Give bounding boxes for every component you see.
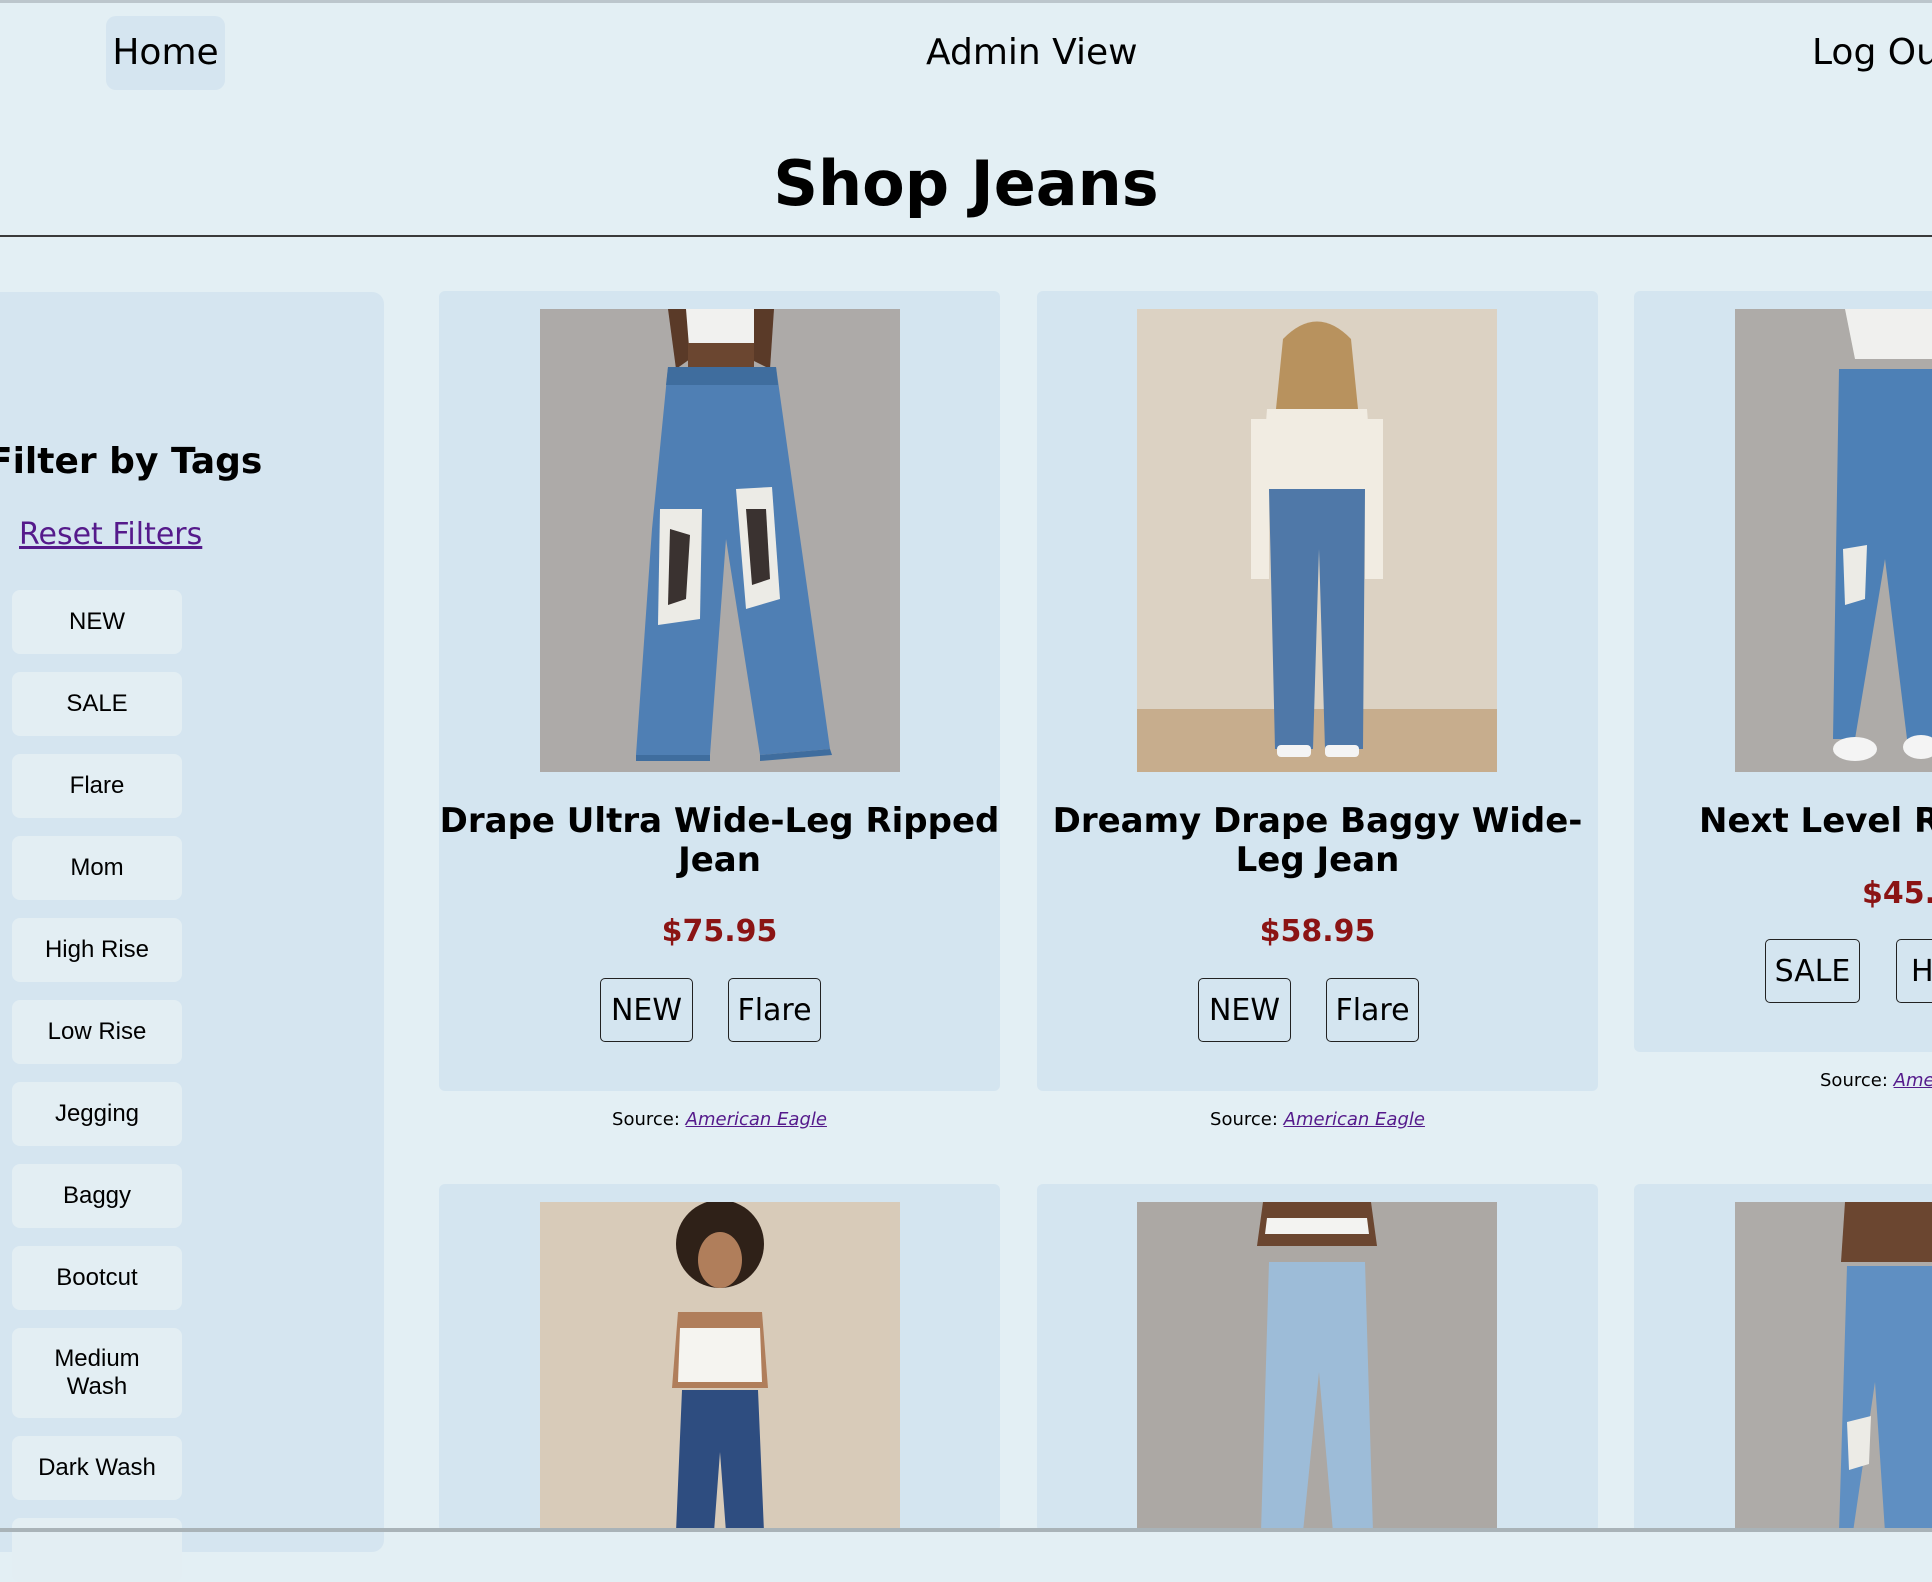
tag-filter-sale[interactable]: SALE [12,672,182,736]
product-image[interactable] [1137,1202,1497,1532]
nav-logout-link[interactable]: Log Out [1812,28,1932,78]
source-label: Source: [1210,1109,1278,1130]
product-name[interactable]: Drape Ultra Wide-Leg Ripped Jean [439,802,1000,880]
product-price: $75.95 [661,914,778,949]
tag-filter-mom[interactable]: Mom [12,836,182,900]
product-source: Source: American Eagle [439,1107,1000,1133]
tag-filter-flare[interactable]: Flare [12,754,182,818]
source-label: Source: [612,1109,680,1130]
product-name[interactable]: Dreamy Drape Baggy Wide-Leg Jean [1037,802,1598,880]
product-tag-chip[interactable]: Flare [728,978,821,1042]
title-divider [0,235,1932,237]
nav-home-button[interactable]: Home [106,16,225,90]
product-tag-chip[interactable]: NEW [600,978,693,1042]
product-tag-chip[interactable]: SALE [1765,939,1860,1003]
source-link[interactable]: American Eagle [686,1109,827,1130]
product-image[interactable] [540,309,900,772]
product-source: Source: Amer [1820,1068,1932,1094]
tag-filter-jegging[interactable]: Jegging [12,1082,182,1146]
filter-heading: Filter by Tags [0,441,263,482]
tag-filter-high-rise[interactable]: High Rise [12,918,182,982]
window-bottom-border [0,1528,1932,1532]
source-link[interactable]: American Eagle [1284,1109,1425,1130]
product-image[interactable] [1137,309,1497,772]
nav-admin-view-link[interactable]: Admin View [926,28,1138,78]
product-source: Source: American Eagle [1037,1107,1598,1133]
tag-filter-dark-wash[interactable]: Dark Wash [12,1436,182,1500]
product-tag-chip[interactable]: Flare [1326,978,1419,1042]
tag-filter-medium-wash[interactable]: Medium Wash [12,1328,182,1418]
tag-filter-new[interactable]: NEW [12,590,182,654]
product-tag-chip[interactable]: H [1896,939,1932,1003]
source-link[interactable]: Amer [1894,1070,1932,1091]
product-image[interactable] [540,1202,900,1532]
product-image[interactable] [1735,309,1932,772]
tag-filter-baggy[interactable]: Baggy [12,1164,182,1228]
product-price: $45.9 [1862,876,1932,911]
window-top-border [0,0,1932,3]
tag-filter-bootcut[interactable]: Bootcut [12,1246,182,1310]
product-tag-chip[interactable]: NEW [1198,978,1291,1042]
product-image[interactable] [1735,1202,1932,1532]
page-title: Shop Jeans [773,147,1159,220]
product-price: $58.95 [1259,914,1376,949]
reset-filters-link[interactable]: Reset Filters [19,512,202,558]
source-label: Source: [1820,1070,1888,1091]
product-name[interactable]: Next Level Rip [1634,802,1932,841]
tag-filter-low-rise[interactable]: Low Rise [12,1000,182,1064]
